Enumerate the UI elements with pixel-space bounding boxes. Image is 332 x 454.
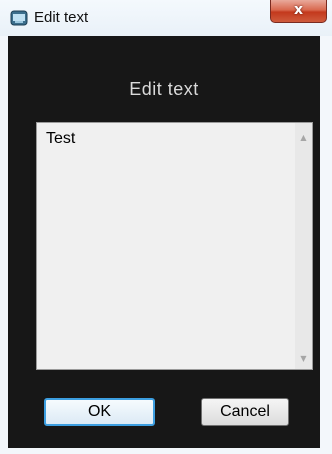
close-icon: x: [293, 2, 304, 18]
dialog-window: Edit text x Edit text Test ▲ ▼ OK Cancel: [0, 0, 332, 454]
scroll-down-icon[interactable]: ▼: [295, 350, 312, 367]
dialog-content: Edit text Test ▲ ▼ OK Cancel: [8, 36, 320, 448]
cancel-button[interactable]: Cancel: [201, 398, 289, 426]
ok-button[interactable]: OK: [44, 398, 155, 426]
window-frame-right: [320, 36, 332, 454]
vertical-scrollbar[interactable]: ▲ ▼: [295, 123, 312, 369]
dialog-icon: [10, 9, 28, 27]
window-title: Edit text: [34, 9, 89, 26]
text-edit-value[interactable]: Test: [46, 129, 75, 149]
dialog-heading: Edit text: [129, 79, 199, 99]
text-edit-area[interactable]: Test ▲ ▼: [36, 122, 313, 370]
title-bar[interactable]: Edit text x: [0, 0, 332, 36]
scroll-up-icon[interactable]: ▲: [295, 129, 312, 146]
close-button[interactable]: x: [270, 0, 327, 23]
